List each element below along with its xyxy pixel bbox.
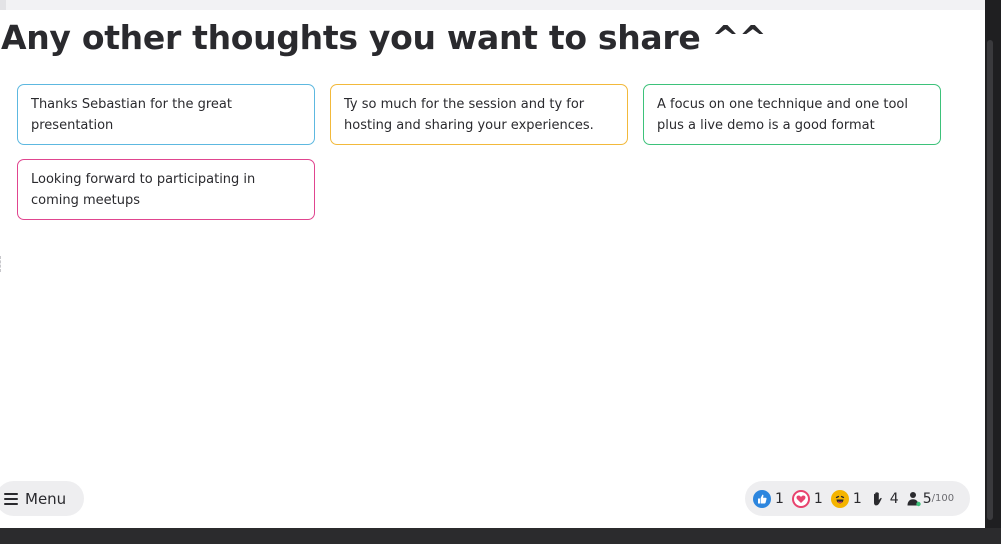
presentation-canvas: Any other thoughts you want to share ^^ … (0, 0, 985, 528)
reaction-laugh[interactable]: 1 (830, 489, 862, 508)
scrollbar[interactable] (987, 40, 993, 520)
response-text: A focus on one technique and one tool pl… (657, 97, 908, 133)
question-title: Any other thoughts you want to share ^^ (1, 18, 767, 57)
response-card: Thanks Sebastian for the great presentat… (17, 84, 315, 145)
response-card: Ty so much for the session and ty for ho… (330, 84, 628, 145)
person-icon (907, 490, 921, 508)
thumbs-up-icon (753, 489, 771, 508)
response-text: Looking forward to participating in comi… (31, 172, 256, 208)
menu-label: Menu (25, 489, 67, 508)
menu-button[interactable]: Menu (0, 481, 84, 516)
response-text: Ty so much for the session and ty for ho… (344, 97, 594, 133)
edge-marker (0, 256, 3, 272)
reactions-bar: 1 1 1 4 5 /100 (745, 481, 970, 516)
participants-value: 5 (922, 490, 932, 507)
toolbar-notch (0, 0, 6, 10)
raised-hand-icon (870, 490, 886, 508)
response-card: Looking forward to participating in comi… (17, 159, 315, 220)
thumbs-up-count: 1 (775, 490, 784, 507)
laugh-icon (830, 489, 849, 508)
heart-count: 1 (813, 490, 823, 507)
reaction-heart[interactable]: 1 (791, 489, 823, 508)
response-text: Thanks Sebastian for the great presentat… (31, 97, 232, 133)
reaction-raised-hand[interactable]: 4 (870, 490, 899, 508)
response-card: A focus on one technique and one tool pl… (643, 84, 941, 145)
participants-max: /100 (931, 493, 955, 504)
bottom-edge (0, 528, 1001, 544)
raised-hand-count: 4 (889, 490, 899, 507)
reaction-thumbs-up[interactable]: 1 (753, 489, 784, 508)
top-toolbar-strip (0, 0, 985, 10)
right-panel-edge (985, 0, 1001, 528)
laugh-count: 1 (852, 490, 862, 507)
participants-count: 5/100 (907, 490, 954, 508)
hamburger-icon (4, 492, 18, 505)
heart-icon (791, 489, 810, 508)
